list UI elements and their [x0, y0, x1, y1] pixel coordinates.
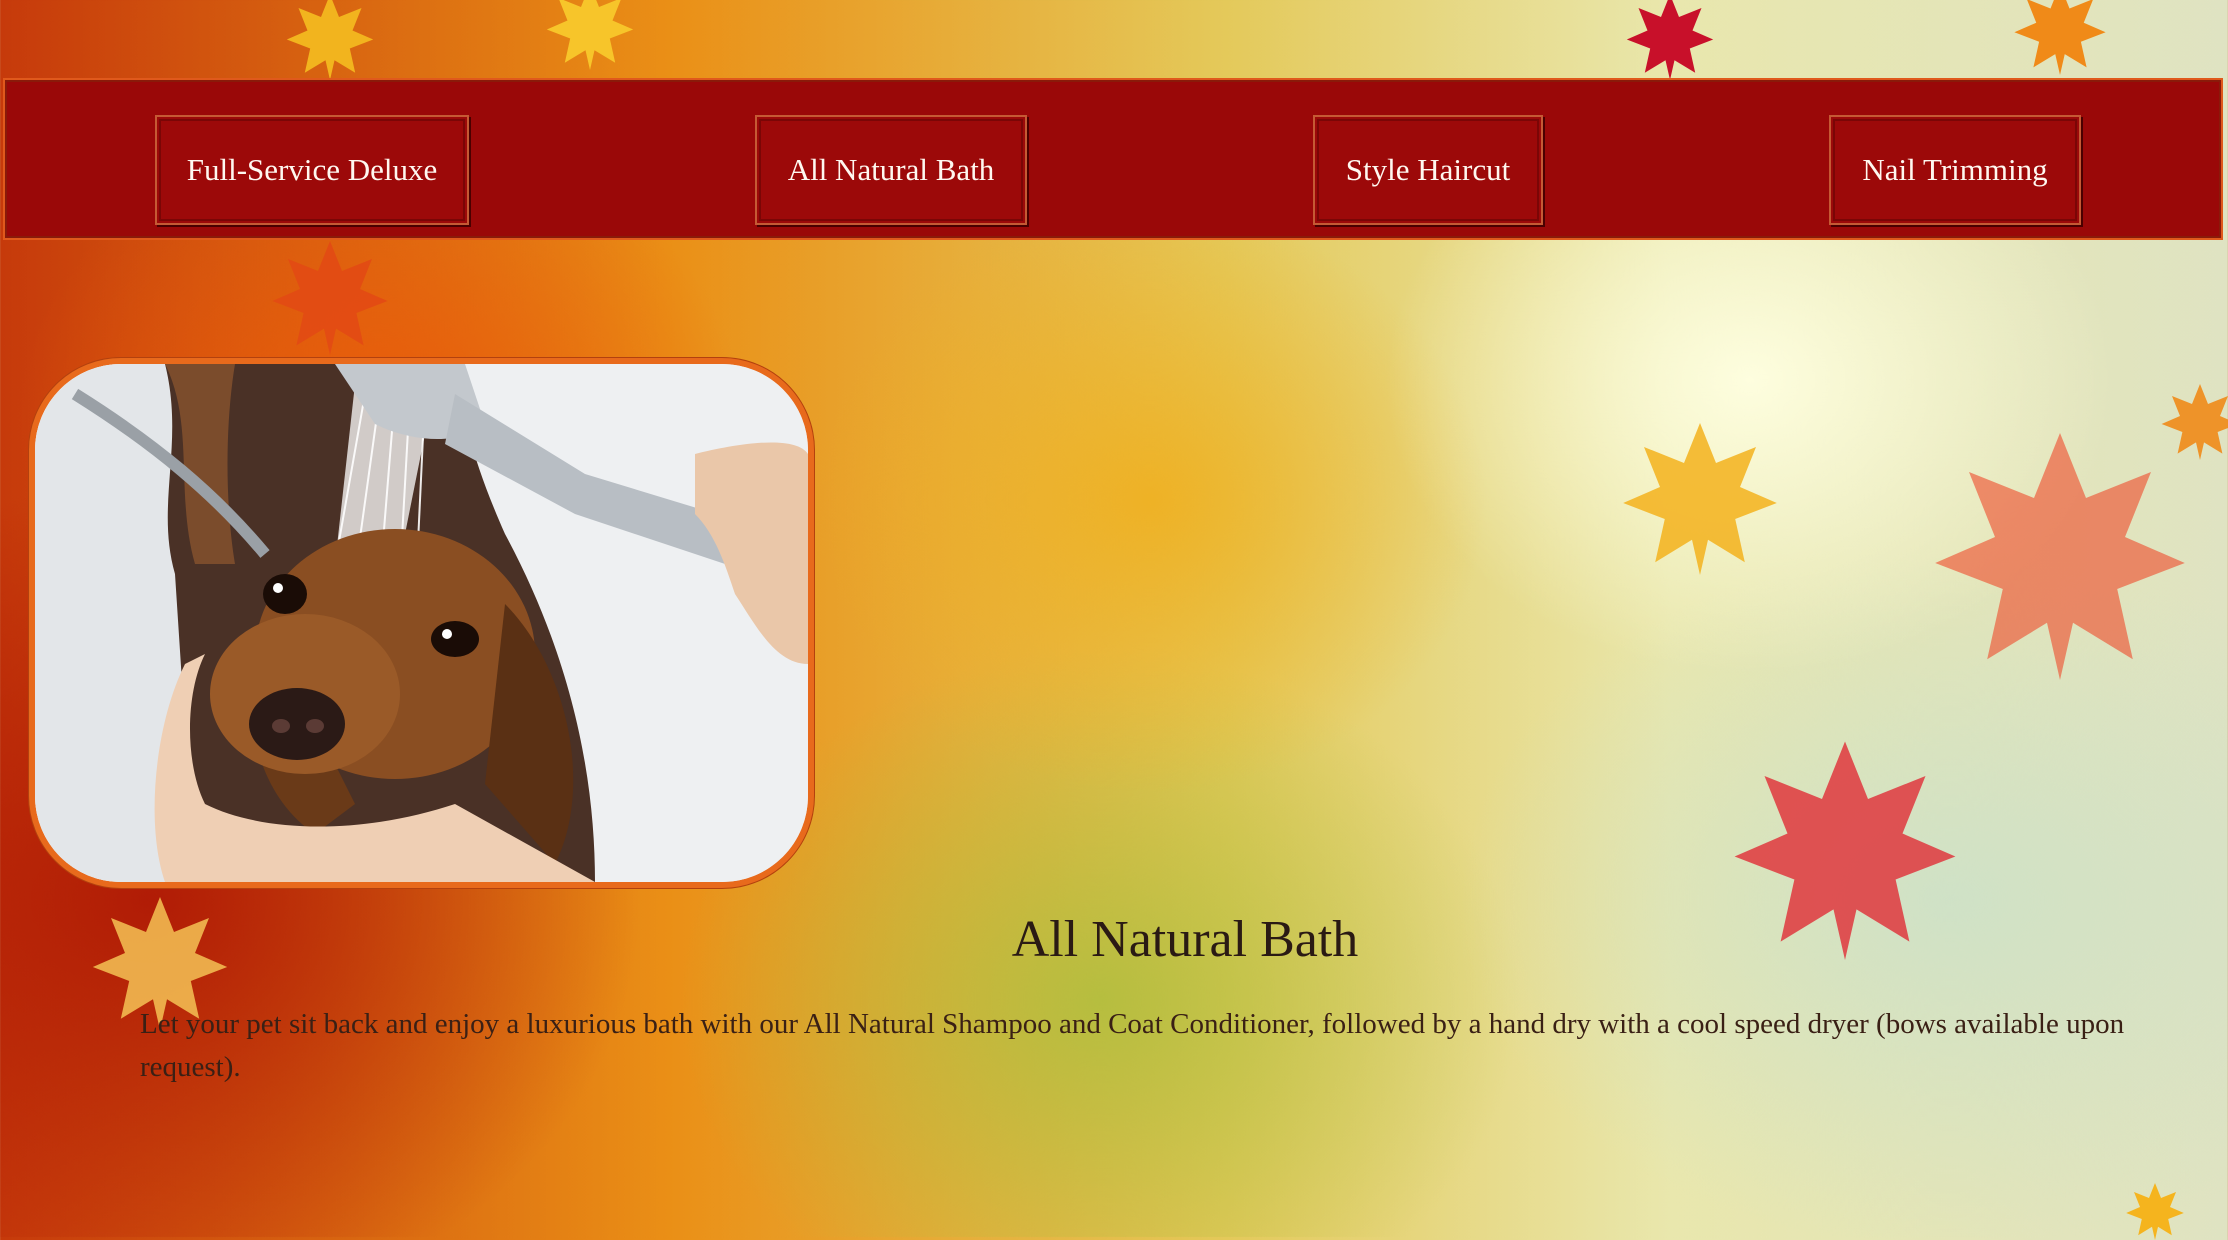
nav-all-natural-bath-button[interactable]: All Natural Bath — [755, 115, 1027, 225]
maple-leaf-icon — [272, 241, 388, 355]
maple-leaf-icon — [2014, 0, 2106, 75]
maple-leaf-icon — [1623, 423, 1777, 575]
service-title: All Natural Bath — [1011, 911, 1359, 968]
service-description: Let your pet sit back and enjoy a luxuri… — [140, 1008, 2125, 1083]
maple-leaf-icon — [1626, 0, 1714, 80]
maple-leaf-icon — [2161, 384, 2228, 460]
nav-style-haircut-button[interactable]: Style Haircut — [1313, 115, 1543, 225]
dog-bath-illustration — [35, 364, 808, 882]
maple-leaf-icon — [546, 0, 634, 70]
service-nav-bar: Full-Service Deluxe All Natural Bath Sty… — [3, 78, 2223, 240]
dog-bath-photo — [29, 358, 814, 888]
maple-leaf-icon — [2126, 1183, 2184, 1240]
maple-leaf-icon — [1935, 433, 2185, 680]
nav-full-service-deluxe-button[interactable]: Full-Service Deluxe — [155, 115, 469, 225]
maple-leaf-icon — [286, 0, 374, 80]
nav-nail-trimming-button[interactable]: Nail Trimming — [1829, 115, 2081, 225]
